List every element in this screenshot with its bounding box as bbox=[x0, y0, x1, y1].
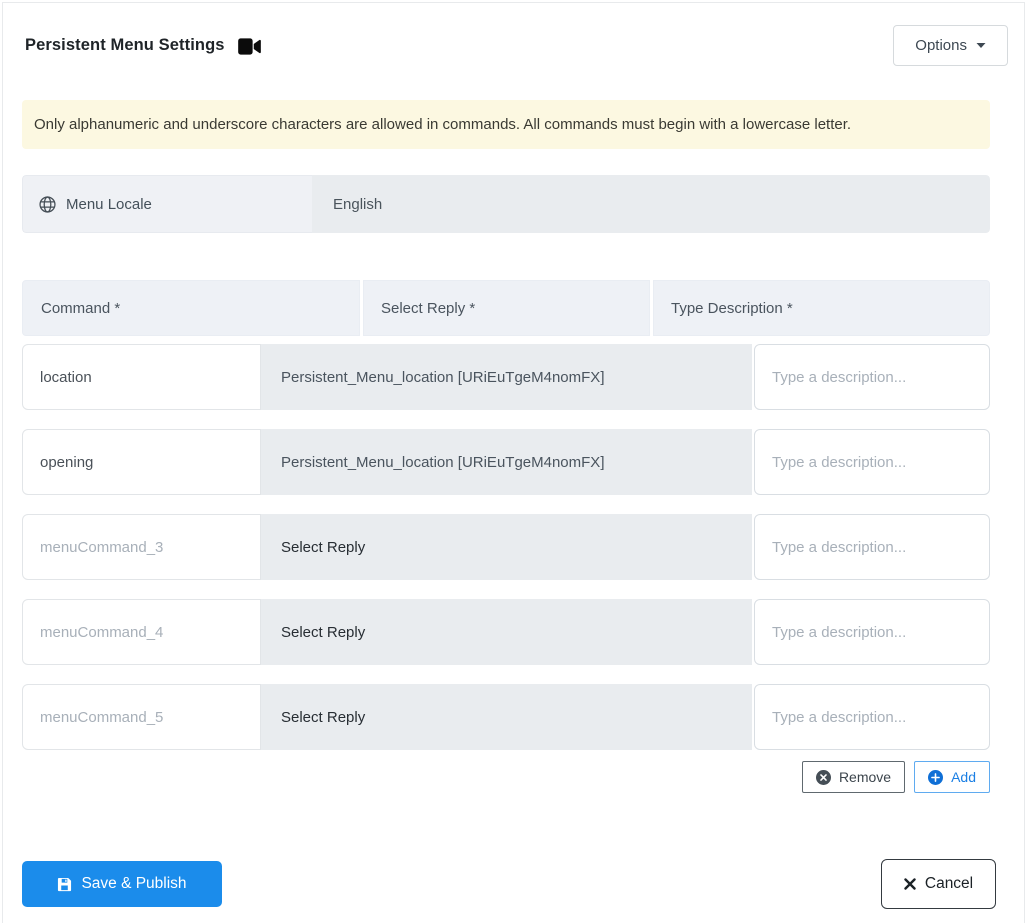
cancel-button[interactable]: Cancel bbox=[881, 859, 996, 909]
remove-button-label: Remove bbox=[838, 769, 892, 785]
options-button[interactable]: Options bbox=[893, 25, 1008, 66]
description-input[interactable] bbox=[754, 684, 990, 750]
save-publish-button[interactable]: Save & Publish bbox=[22, 861, 222, 907]
command-input[interactable] bbox=[22, 684, 261, 750]
menu-locale-select[interactable]: English bbox=[312, 175, 990, 233]
table-body: Persistent_Menu_location [URiEuTgeM4nomF… bbox=[22, 344, 990, 750]
video-camera-icon[interactable] bbox=[237, 37, 261, 55]
reply-select-value: Select Reply bbox=[281, 623, 366, 641]
reply-select[interactable]: Persistent_Menu_location [URiEuTgeM4nomF… bbox=[261, 344, 752, 410]
chevron-down-icon bbox=[976, 42, 986, 49]
table-row: Persistent_Menu_location [URiEuTgeM4nomF… bbox=[22, 344, 990, 410]
reply-select-value: Select Reply bbox=[281, 708, 366, 726]
reply-select[interactable]: Select Reply bbox=[261, 599, 752, 665]
save-publish-label: Save & Publish bbox=[81, 875, 187, 892]
menu-locale-value: English bbox=[333, 195, 383, 213]
cancel-button-label: Cancel bbox=[924, 875, 974, 892]
close-x-icon bbox=[904, 878, 916, 890]
reply-select[interactable]: Select Reply bbox=[261, 514, 752, 580]
command-input[interactable] bbox=[22, 599, 261, 665]
table-row: Select Reply bbox=[22, 599, 990, 665]
description-input[interactable] bbox=[754, 429, 990, 495]
header: Persistent Menu Settings Options bbox=[3, 3, 1024, 67]
globe-icon bbox=[39, 195, 56, 213]
description-input[interactable] bbox=[754, 514, 990, 580]
column-header-select-reply: Select Reply * bbox=[363, 280, 650, 336]
menu-locale-label-cell: Menu Locale bbox=[22, 175, 312, 233]
description-input[interactable] bbox=[754, 344, 990, 410]
add-row-button[interactable]: Add bbox=[914, 761, 990, 793]
remove-circle-x-icon bbox=[815, 769, 831, 785]
menu-locale-bar: Menu Locale English bbox=[22, 175, 990, 233]
reply-select-value: Select Reply bbox=[281, 538, 366, 556]
command-input[interactable] bbox=[22, 429, 261, 495]
reply-select-value: Persistent_Menu_location [URiEuTgeM4nomF… bbox=[281, 453, 605, 471]
table-row: Persistent_Menu_location [URiEuTgeM4nomF… bbox=[22, 429, 990, 495]
add-circle-plus-icon bbox=[928, 769, 944, 785]
alert-text: Only alphanumeric and underscore charact… bbox=[34, 116, 852, 133]
add-button-label: Add bbox=[951, 769, 976, 785]
command-rules-alert: Only alphanumeric and underscore charact… bbox=[22, 100, 990, 149]
menu-locale-label: Menu Locale bbox=[66, 195, 152, 213]
column-header-type-description: Type Description * bbox=[653, 280, 990, 336]
reply-select[interactable]: Persistent_Menu_location [URiEuTgeM4nomF… bbox=[261, 429, 752, 495]
reply-select-value: Persistent_Menu_location [URiEuTgeM4nomF… bbox=[281, 368, 605, 386]
footer-bar: Save & Publish Cancel bbox=[3, 859, 1024, 909]
save-floppy-icon bbox=[57, 877, 72, 892]
reply-select[interactable]: Select Reply bbox=[261, 684, 752, 750]
command-input[interactable] bbox=[22, 344, 261, 410]
column-header-command: Command * bbox=[22, 280, 360, 336]
remove-row-button[interactable]: Remove bbox=[801, 761, 906, 793]
table-header: Command * Select Reply * Type Descriptio… bbox=[22, 280, 990, 336]
description-input[interactable] bbox=[754, 599, 990, 665]
row-actions-bar: Remove Add bbox=[22, 761, 990, 793]
table-row: Select Reply bbox=[22, 514, 990, 580]
table-row: Select Reply bbox=[22, 684, 990, 750]
persistent-menu-settings-panel: Persistent Menu Settings Options Only al… bbox=[2, 2, 1025, 923]
page-title: Persistent Menu Settings bbox=[25, 36, 225, 54]
command-input[interactable] bbox=[22, 514, 261, 580]
options-button-label: Options bbox=[915, 37, 967, 54]
